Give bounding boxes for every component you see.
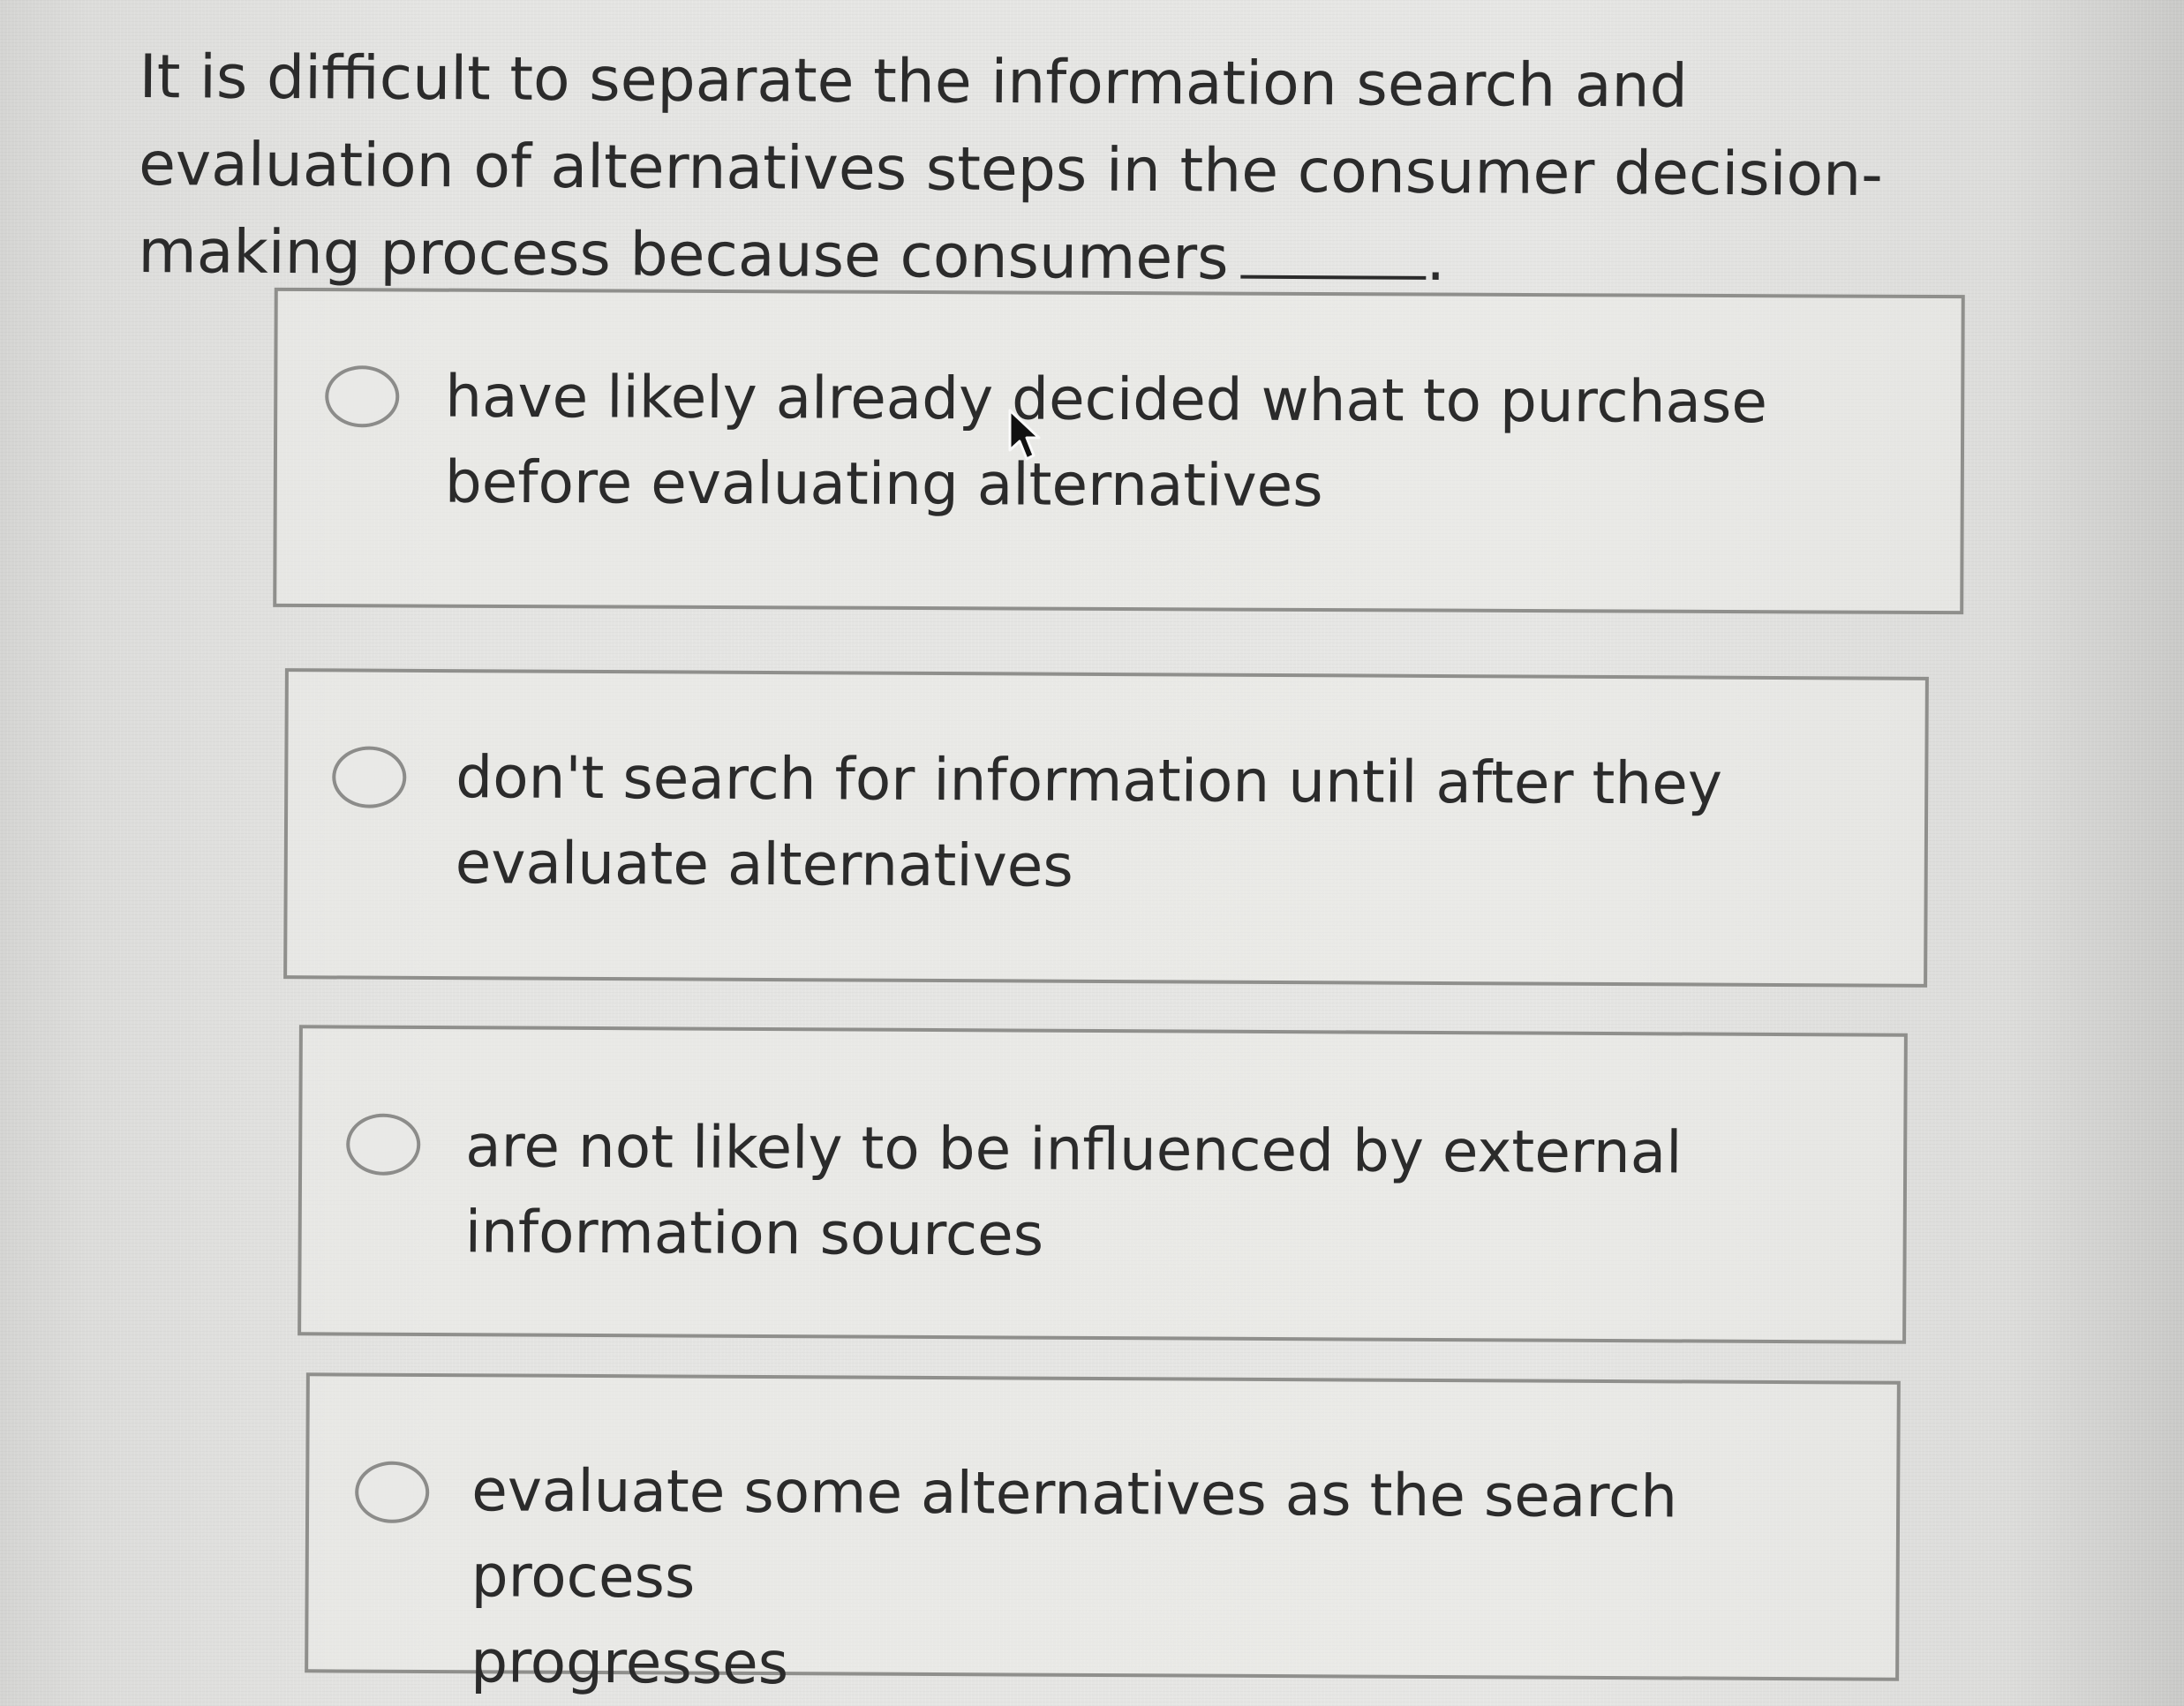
answer-option-label: don't search for information until after… — [456, 734, 1723, 913]
mouse-pointer-icon — [1008, 409, 1041, 461]
answer-option-3[interactable]: are not likely to be influenced by exter… — [297, 1025, 1908, 1344]
radio-button-icon[interactable] — [346, 1113, 421, 1176]
option-text-line-2: evaluate alternatives — [455, 829, 1073, 900]
option-text-line-1: have likely already decided what to purc… — [445, 362, 1768, 437]
answer-option-label: are not likely to be influenced by exter… — [464, 1103, 1683, 1281]
question-prompt: It is difficult to separate the informat… — [138, 34, 2011, 307]
radio-button-icon[interactable] — [355, 1461, 430, 1524]
option-text-line-1: evaluate some alternatives as the search… — [471, 1456, 1678, 1612]
quiz-screen: It is difficult to separate the informat… — [0, 0, 2184, 1706]
answer-option-label: evaluate some alternatives as the search… — [471, 1447, 1897, 1706]
answer-option-label: have likely already decided what to purc… — [445, 354, 1768, 531]
radio-button-icon[interactable] — [332, 746, 407, 808]
answer-blank — [1240, 222, 1427, 280]
question-period: . — [1426, 224, 1446, 296]
option-text-line-1: don't search for information until after… — [456, 743, 1723, 818]
option-text-line-2: information sources — [464, 1198, 1044, 1269]
question-text: It is difficult to separate the informat… — [138, 41, 1884, 294]
answer-option-1[interactable]: have likely already decided what to purc… — [273, 287, 1965, 615]
answer-option-4[interactable]: evaluate some alternatives as the search… — [305, 1372, 1901, 1697]
option-text-line-2: before evaluating alternatives — [444, 447, 1323, 521]
option-text-line-2: progresses — [470, 1627, 789, 1698]
radio-button-icon[interactable] — [325, 365, 400, 428]
option-text-line-1: are not likely to be influenced by exter… — [465, 1112, 1683, 1187]
answer-option-2[interactable]: don't search for information until after… — [283, 668, 1929, 988]
